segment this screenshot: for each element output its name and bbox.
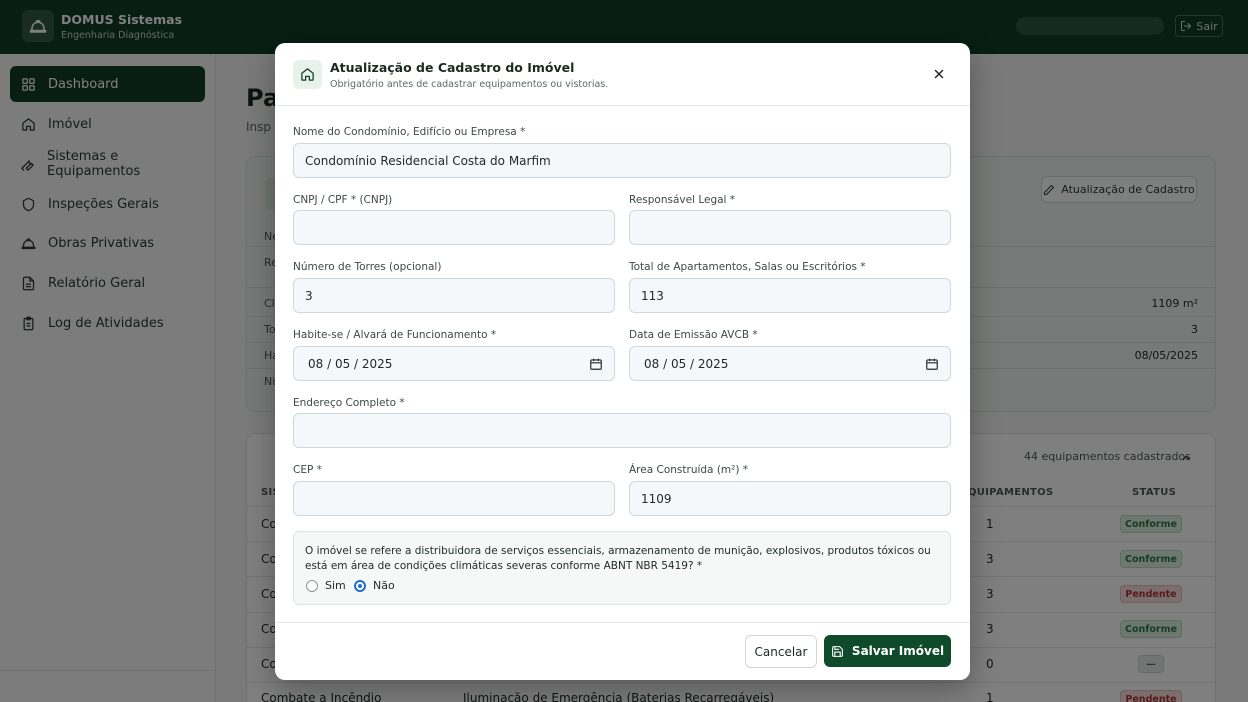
legal-input[interactable]	[629, 210, 951, 245]
avcb-date-input[interactable]: 08 / 05 / 2025	[629, 346, 951, 381]
save-property-button[interactable]: Salvar Imóvel	[824, 635, 951, 667]
name-input-value: Condomínio Residencial Costa do Marfim	[305, 153, 551, 168]
name-input[interactable]: Condomínio Residencial Costa do Marfim	[293, 143, 951, 178]
towers-input-value: 3	[305, 288, 313, 303]
cnpj-label: CNPJ / CPF * (CNPJ)	[293, 194, 393, 206]
home-icon	[293, 60, 322, 89]
hazard-question: O imóvel se refere a distribuidora de se…	[305, 545, 931, 572]
habitese-label: Habite-se / Alvará de Funcionamento *	[293, 329, 497, 341]
radio-no[interactable]: Não	[354, 579, 395, 592]
save-icon	[832, 645, 843, 657]
property-registration-modal: Atualização de Cadastro do Imóvel Obriga…	[275, 43, 970, 680]
calendar-icon[interactable]	[925, 357, 939, 371]
close-icon	[934, 69, 944, 79]
cep-label: CEP *	[293, 464, 322, 476]
radio-no-label: Não	[373, 579, 395, 592]
address-input[interactable]	[293, 413, 951, 448]
towers-input[interactable]: 3	[293, 278, 615, 313]
area-input[interactable]: 1109	[629, 481, 951, 516]
cep-input[interactable]	[293, 481, 615, 516]
calendar-icon[interactable]	[589, 357, 603, 371]
save-property-label: Salvar Imóvel	[851, 644, 945, 658]
area-input-value: 1109	[641, 491, 672, 506]
habitese-date-input[interactable]: 08 / 05 / 2025	[293, 346, 615, 381]
address-label: Endereço Completo *	[293, 397, 405, 409]
modal-subtitle: Obrigatório antes de cadastrar equipamen…	[330, 79, 609, 90]
habitese-date-value: 08 / 05 / 2025	[308, 356, 393, 371]
legal-label: Responsável Legal *	[629, 194, 736, 206]
units-label: Total de Apartamentos, Salas ou Escritór…	[629, 261, 866, 273]
units-input-value: 113	[641, 288, 664, 303]
close-button[interactable]	[930, 65, 948, 83]
avcb-date-value: 08 / 05 / 2025	[644, 356, 729, 371]
modal-header-divider	[275, 105, 970, 106]
radio-yes-circle[interactable]	[306, 579, 318, 592]
avcb-label: Data de Emissão AVCB *	[629, 329, 758, 341]
cnpj-input[interactable]	[293, 210, 615, 245]
units-input[interactable]: 113	[629, 278, 951, 313]
area-label: Área Construída (m²) *	[629, 464, 749, 476]
radio-no-circle[interactable]	[354, 579, 366, 592]
cancel-button[interactable]: Cancelar	[745, 635, 817, 668]
modal-footer-divider	[275, 622, 970, 623]
towers-label: Número de Torres (opcional)	[293, 261, 442, 273]
radio-yes[interactable]: Sim	[306, 579, 346, 592]
modal-title: Atualização de Cadastro do Imóvel	[330, 60, 575, 75]
name-label: Nome do Condomínio, Edifício ou Empresa …	[293, 126, 526, 138]
hazard-question-box: O imóvel se refere a distribuidora de se…	[293, 531, 951, 605]
radio-yes-label: Sim	[325, 579, 346, 592]
